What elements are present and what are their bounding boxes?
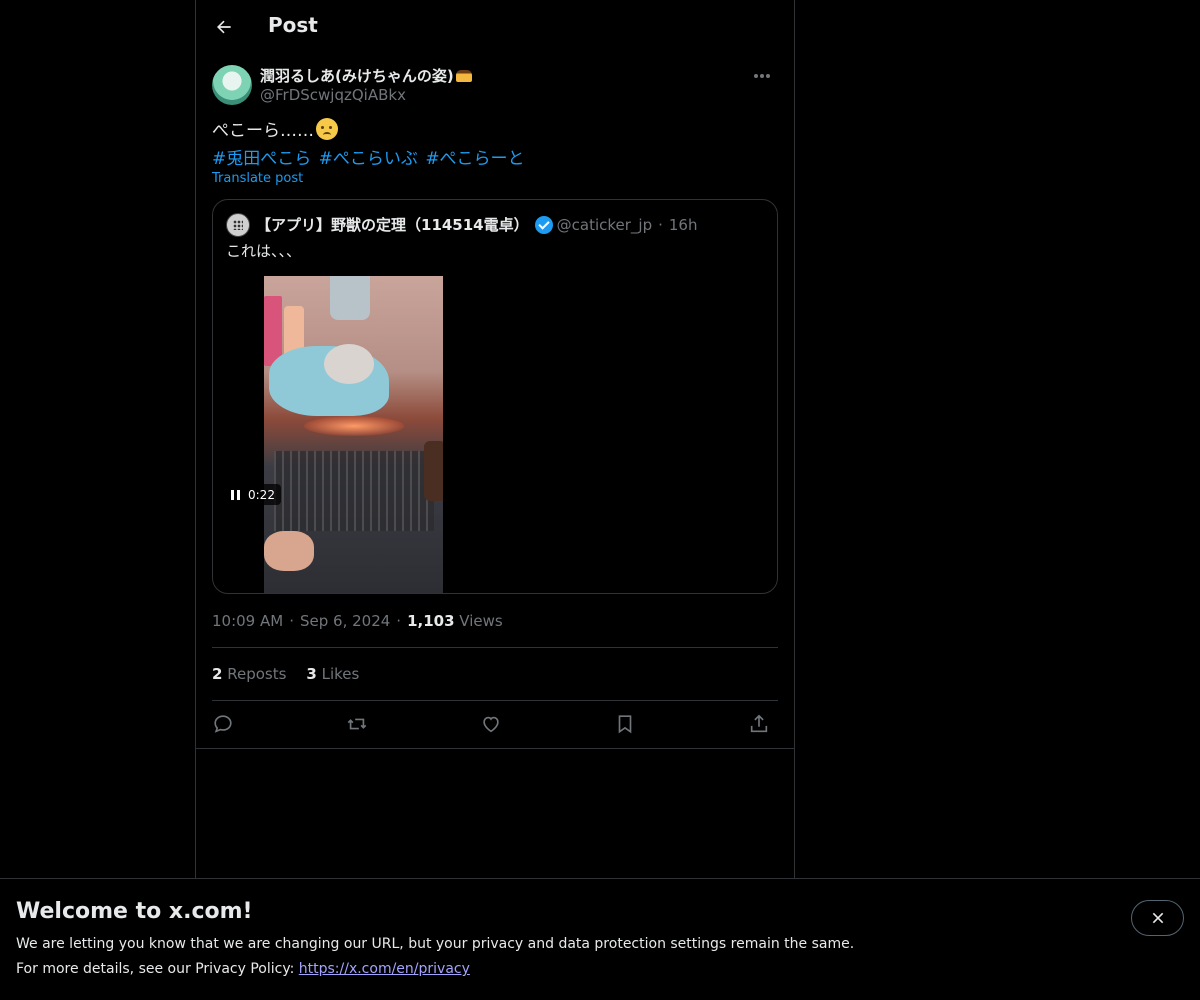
sad-face-emoji-icon <box>316 118 338 140</box>
arrow-left-icon <box>217 20 231 34</box>
video-frame-shape <box>424 441 443 501</box>
post-time[interactable]: 10:09 AM <box>212 612 283 630</box>
share-button[interactable] <box>748 713 772 737</box>
post-text: ぺこーら…… <box>212 118 338 144</box>
banner-policy-prefix: For more details, see our Privacy Policy… <box>16 961 299 977</box>
verified-badge-icon <box>534 215 553 234</box>
post-meta: 10:09 AM · Sep 6, 2024 · 1,103 Views <box>212 612 503 630</box>
primary-column: Post 潤羽るしあ(みけちゃんの姿) @FrDScwjqzQiABkx ぺこー… <box>195 0 795 878</box>
divider <box>196 748 794 749</box>
welcome-banner: Welcome to x.com! We are letting you kno… <box>0 878 1200 1000</box>
more-dot <box>760 74 764 78</box>
hashtag-link[interactable]: #兎田ぺこら <box>212 149 311 169</box>
repost-icon <box>347 718 367 730</box>
post-date[interactable]: Sep 6, 2024 <box>300 612 390 630</box>
action-bar <box>212 713 778 737</box>
hashtag-list: #兎田ぺこら #ぺこらいぶ #ぺこらーと <box>212 144 527 169</box>
video-player[interactable] <box>264 276 443 593</box>
video-pause-control[interactable]: 0:22 <box>225 484 281 505</box>
reposts-stat[interactable]: 2 Reposts <box>212 665 286 683</box>
more-options-button[interactable] <box>746 65 778 87</box>
video-frame-shape <box>274 451 434 531</box>
divider <box>212 700 778 701</box>
reposts-label: Reposts <box>227 665 287 683</box>
repost-button[interactable] <box>346 713 370 737</box>
pudding-emoji-icon <box>455 70 472 82</box>
quoted-author-name: 【アプリ】野獣の定理（114514電卓） <box>256 216 529 234</box>
avatar[interactable] <box>212 65 252 105</box>
page-title: Post <box>268 13 318 37</box>
like-icon <box>483 716 499 733</box>
post-author: 潤羽るしあ(みけちゃんの姿) @FrDScwjqzQiABkx <box>212 65 778 105</box>
banner-policy-line: For more details, see our Privacy Policy… <box>16 961 470 977</box>
likes-count: 3 <box>306 665 317 683</box>
views-count: 1,103 <box>407 612 455 630</box>
quoted-avatar <box>226 213 250 237</box>
video-frame-shape <box>324 344 374 384</box>
like-button[interactable] <box>480 713 504 737</box>
views-label: Views <box>459 612 503 630</box>
video-frame-shape <box>330 276 370 320</box>
video-frame-shape <box>264 531 314 571</box>
quoted-time: 16h <box>668 215 698 234</box>
likes-stat[interactable]: 3 Likes <box>306 665 359 683</box>
hashtag-link[interactable]: #ぺこらいぶ <box>319 149 418 169</box>
back-button[interactable] <box>208 11 240 43</box>
close-banner-button[interactable] <box>1131 900 1184 936</box>
post-text-content: ぺこーら…… <box>212 121 314 141</box>
reply-button[interactable] <box>212 713 236 737</box>
video-time: 0:22 <box>248 487 275 502</box>
share-icon <box>750 714 768 733</box>
reposts-count: 2 <box>212 665 223 683</box>
quoted-separator: · <box>658 215 663 234</box>
author-handle[interactable]: @FrDScwjqzQiABkx <box>260 86 406 104</box>
privacy-policy-link[interactable]: https://x.com/en/privacy <box>299 961 470 977</box>
bookmark-button[interactable] <box>614 713 638 737</box>
divider <box>212 647 778 648</box>
quoted-text: これは、、、 <box>226 242 302 260</box>
post-stats: 2 Reposts 3 Likes <box>212 665 359 683</box>
hashtag-link[interactable]: #ぺこらーと <box>425 149 524 169</box>
video-frame-shape <box>304 416 404 436</box>
banner-message: We are letting you know that we are chan… <box>16 936 855 952</box>
banner-title: Welcome to x.com! <box>16 899 253 924</box>
author-name-link[interactable]: 潤羽るしあ(みけちゃんの姿) <box>260 65 472 86</box>
author-name: 潤羽るしあ(みけちゃんの姿) <box>260 67 454 85</box>
reply-icon <box>214 715 232 733</box>
quoted-post[interactable]: 【アプリ】野獣の定理（114514電卓） @caticker_jp · 16h … <box>212 199 778 594</box>
more-dot <box>766 74 770 78</box>
pause-icon <box>231 489 240 500</box>
bookmark-icon <box>618 715 632 734</box>
quoted-author-handle: @caticker_jp <box>556 215 653 234</box>
quoted-header: 【アプリ】野獣の定理（114514電卓） @caticker_jp · 16h <box>256 214 697 235</box>
more-dots-icon <box>754 74 758 78</box>
translate-post-link[interactable]: Translate post <box>212 171 303 186</box>
likes-label: Likes <box>321 665 360 683</box>
close-icon <box>1152 912 1163 924</box>
top-bar: Post <box>196 0 794 54</box>
